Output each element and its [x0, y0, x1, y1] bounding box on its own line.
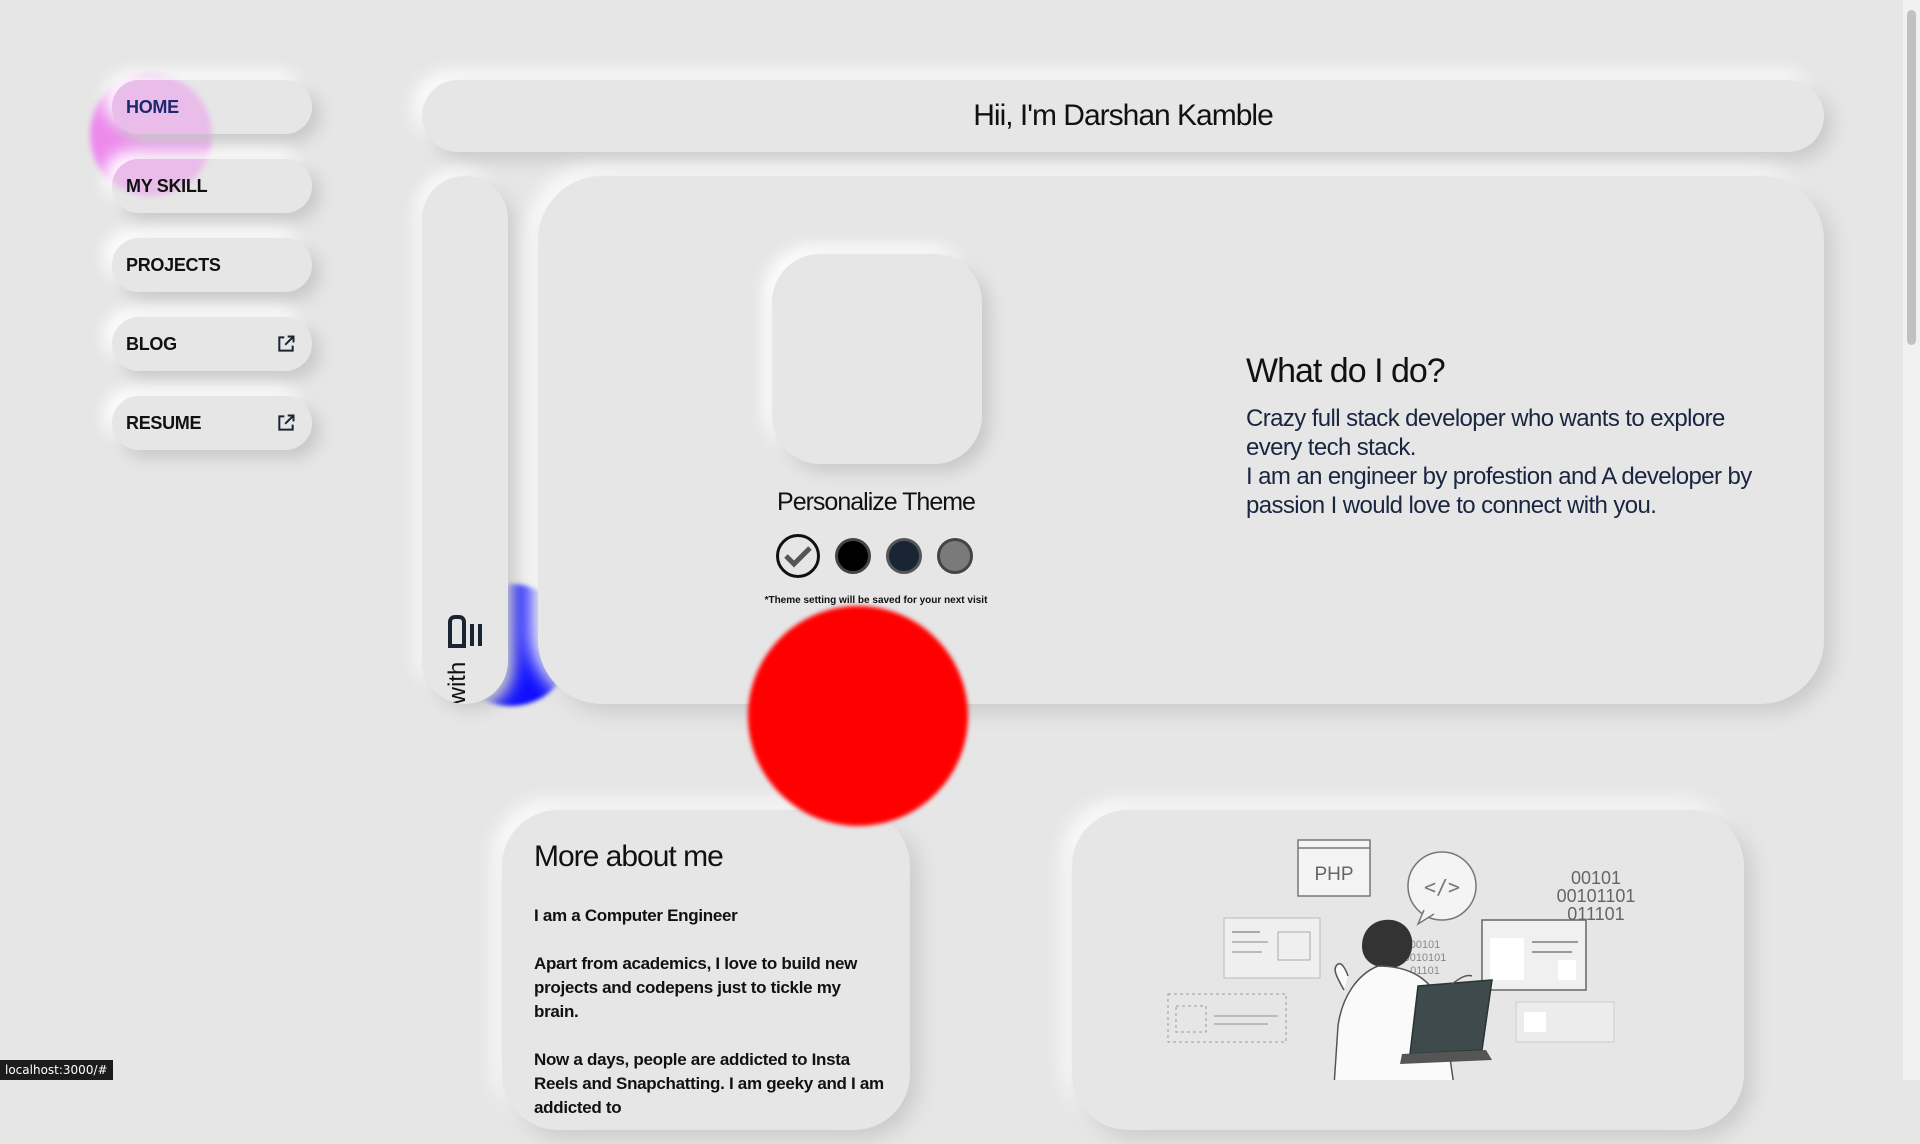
nav-item-label: BLOG [126, 333, 177, 354]
nav-item-label: HOME [126, 96, 179, 117]
check-icon [784, 546, 812, 568]
php-label: PHP [1314, 864, 1353, 885]
external-link-icon [278, 414, 295, 431]
binary-line: 00101 [1571, 868, 1621, 888]
nav-item-blog[interactable]: BLOG [112, 317, 312, 371]
scrollbar-thumb[interactable] [1907, 10, 1916, 345]
nav-item-label: RESUME [126, 412, 202, 433]
about-text: I am a Computer Engineer Apart from acad… [534, 904, 884, 1144]
binary-line: 00101101 [1557, 886, 1636, 906]
avatar [772, 254, 982, 464]
binary-small: 00101 [1410, 939, 1441, 951]
illustration-card: PHP </> 00101 00101101 011101 00101 0010… [1072, 810, 1744, 1130]
about-paragraph: Apart from academics, I love to build ne… [534, 954, 858, 1021]
theme-swatch-gray[interactable] [937, 538, 973, 574]
coffee-button[interactable]: coffee with me? [422, 176, 508, 704]
about-card: More about me I am a Computer Engineer A… [502, 810, 910, 1130]
about-paragraph: I am a Computer Engineer [534, 906, 738, 925]
theme-swatch-black[interactable] [835, 538, 871, 574]
nav-item-resume[interactable]: RESUME [112, 396, 312, 450]
nav-item-label: MY SKILL [126, 175, 208, 196]
header-bar: Hii, I'm Darshan Kamble [422, 80, 1824, 152]
nav-item-my-skill[interactable]: MY SKILL [112, 159, 312, 213]
theme-note: *Theme setting will be saved for your ne… [764, 595, 988, 606]
sidebar-nav: HOME MY SKILL PROJECTS BLOG RESUME [112, 80, 312, 475]
red-blob [748, 606, 968, 826]
page-scrollbar[interactable] [1903, 0, 1920, 1080]
intro-line: I am an engineer by profestion and A dev… [1246, 463, 1752, 519]
about-title: More about me [534, 840, 724, 873]
developer-illustration: PHP </> 00101 00101101 011101 00101 0010… [1167, 839, 1636, 1080]
intro-body: Crazy full stack developer who wants to … [1246, 404, 1786, 520]
theme-swatch-navy[interactable] [886, 538, 922, 574]
coffee-text: coffee with me? [444, 656, 500, 704]
intro-title: What do I do? [1246, 352, 1446, 390]
nav-item-label: PROJECTS [126, 254, 221, 275]
nav-item-projects[interactable]: PROJECTS [112, 238, 312, 292]
external-link-icon [278, 335, 295, 352]
intro-line: Crazy full stack developer who wants to … [1246, 405, 1725, 461]
theme-title: Personalize Theme [777, 488, 976, 516]
page-title: Hii, I'm Darshan Kamble [973, 99, 1273, 132]
about-paragraph: Now a days, people are addicted to Insta… [534, 1050, 884, 1117]
nav-item-home[interactable]: HOME [112, 80, 312, 134]
theme-swatches [776, 534, 973, 578]
hero-card: Personalize Theme *Theme setting will be… [538, 176, 1824, 704]
svg-text:</>: </> [1424, 875, 1460, 899]
status-url: localhost:3000/# [0, 1060, 113, 1080]
theme-swatch-light[interactable] [776, 534, 820, 578]
coffee-cup-icon [448, 615, 482, 648]
